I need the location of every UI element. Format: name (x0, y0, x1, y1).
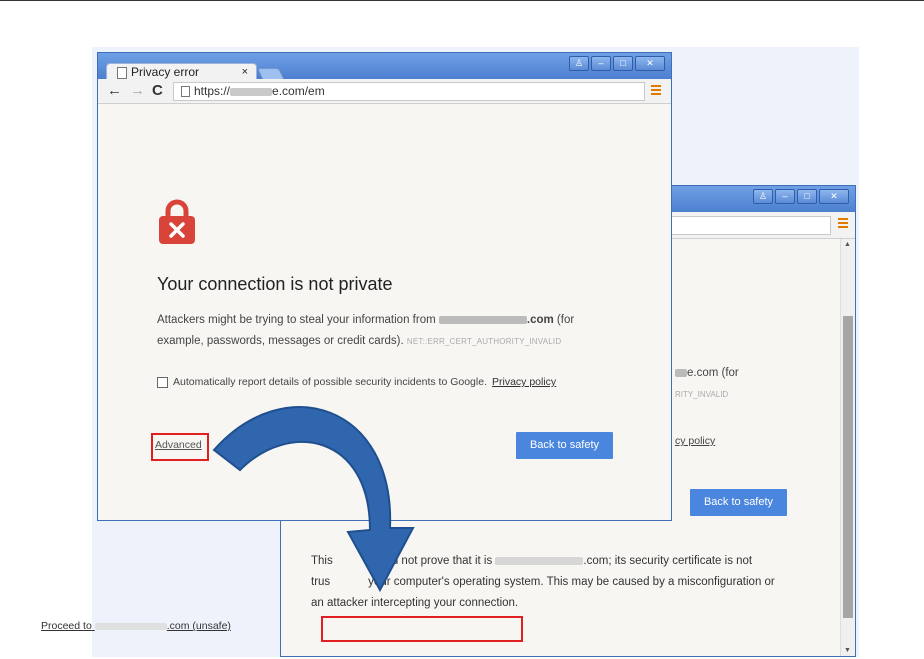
window-controls: ♙ – □ ✕ (569, 56, 665, 71)
menu-icon[interactable] (651, 85, 661, 96)
report-checkbox[interactable] (157, 376, 168, 388)
error-code-partial: RITY_INVALID (675, 390, 729, 399)
maximize-button[interactable]: □ (797, 189, 817, 204)
title-bar: Privacy error × ♙ – □ ✕ (98, 53, 671, 81)
page-title: Your connection is not private (157, 274, 393, 294)
close-button[interactable]: ✕ (819, 189, 849, 204)
back-arrow-icon[interactable]: ← (107, 82, 122, 99)
advanced-explanation: This could not prove that it is .com; its… (311, 555, 775, 609)
checkbox-label: Automatically report details of possible… (173, 376, 487, 388)
scroll-down-icon[interactable]: ▼ (844, 647, 851, 654)
top-border-line (0, 0, 924, 1)
window-controls: ♙ – □ ✕ (753, 189, 849, 204)
scroll-up-icon[interactable]: ▲ (844, 241, 851, 248)
user-icon[interactable]: ♙ (753, 189, 773, 204)
scrollbar[interactable]: ▲ ▼ (840, 239, 855, 656)
redacted-domain (675, 368, 687, 377)
proceed-unsafe-link[interactable]: Proceed to .com (unsafe) (41, 620, 231, 632)
browser-toolbar: ← → C https://e.com/em (98, 79, 671, 104)
menu-icon[interactable] (838, 218, 848, 229)
warning-text: Attackers might be trying to steal your … (157, 314, 575, 347)
back-to-safety-button[interactable]: Back to safety (690, 489, 787, 516)
privacy-policy-link[interactable]: Privacy policy (492, 376, 556, 388)
minimize-button[interactable]: – (775, 189, 795, 204)
page-icon (117, 67, 127, 79)
advanced-highlight-box (151, 433, 209, 461)
domain-text-partial: e.com (for (675, 367, 739, 379)
privacy-policy-link-partial[interactable]: cy policy (675, 435, 715, 447)
minimize-button[interactable]: – (591, 56, 611, 71)
url-text: https://e.com/em (194, 84, 325, 98)
close-button[interactable]: ✕ (635, 56, 665, 71)
page-icon (181, 86, 190, 97)
back-to-safety-button[interactable]: Back to safety (516, 432, 613, 459)
error-code: NET::ERR_CERT_AUTHORITY_INVALID (406, 337, 562, 346)
scroll-thumb[interactable] (843, 316, 853, 618)
proceed-highlight-box (321, 616, 523, 642)
address-bar[interactable]: https://e.com/em (173, 82, 645, 101)
maximize-button[interactable]: □ (613, 56, 633, 71)
reload-icon[interactable]: C (152, 82, 163, 99)
forward-arrow-icon[interactable]: → (130, 82, 145, 99)
user-icon[interactable]: ♙ (569, 56, 589, 71)
lock-error-icon (159, 199, 195, 244)
report-checkbox-row: Automatically report details of possible… (157, 376, 556, 388)
redacted-domain (438, 315, 527, 324)
